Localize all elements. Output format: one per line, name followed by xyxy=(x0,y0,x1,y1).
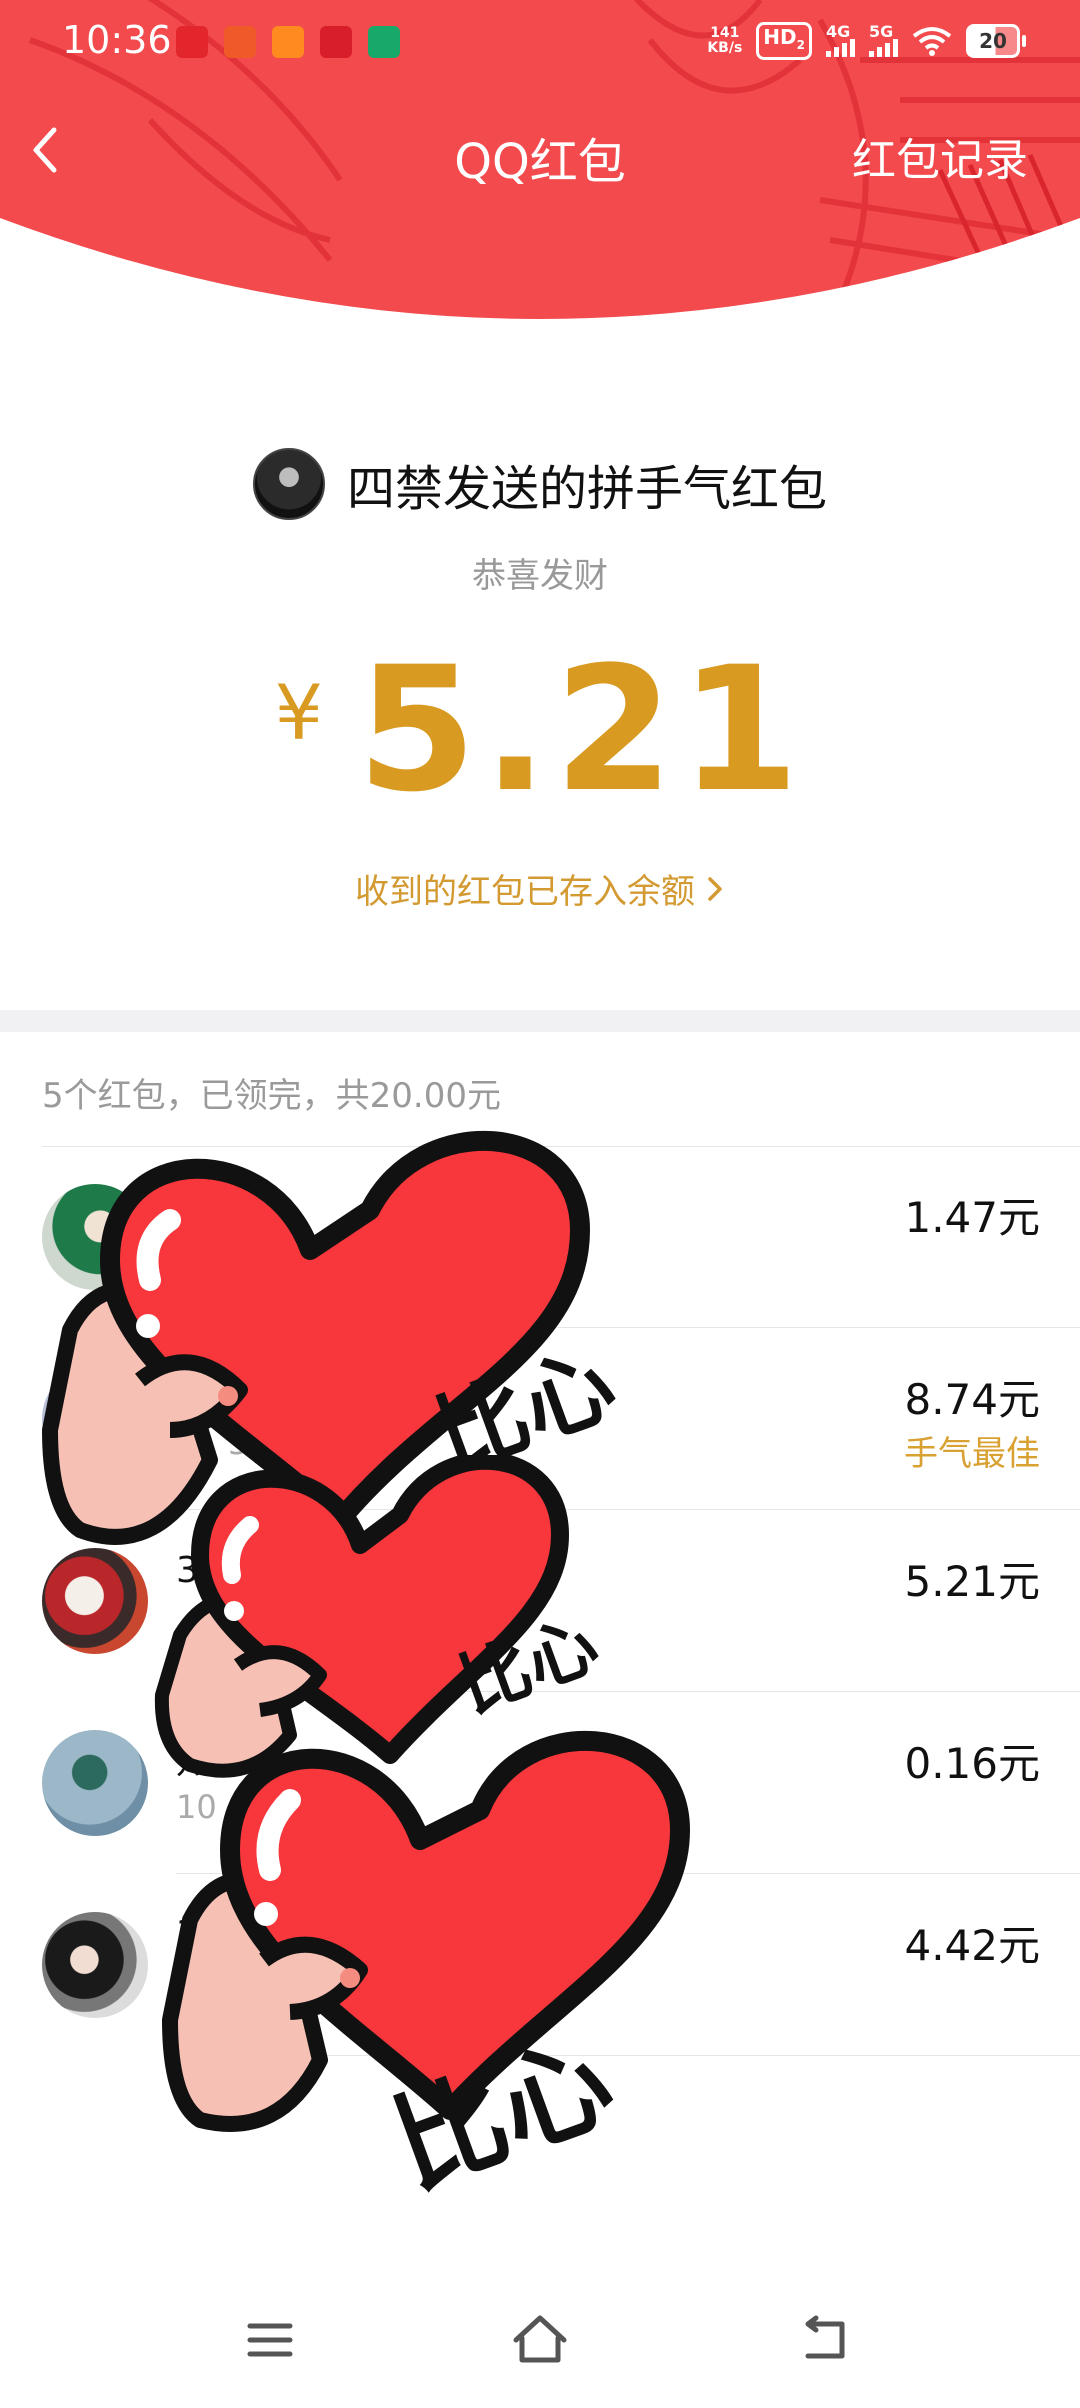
receive-amount: 4.42元 xyxy=(904,1921,1040,1970)
system-navigation-bar xyxy=(0,2300,1080,2380)
app-notification-icon xyxy=(176,26,208,58)
wish-text: 恭喜发财 xyxy=(472,556,608,596)
amount-value: 5.21 xyxy=(356,629,806,830)
app-notification-icon xyxy=(320,26,352,58)
sender-title: 四禁发送的拼手气红包 xyxy=(346,461,827,517)
status-indicators: 141 KB/s HD2 4G 5G 20 xyxy=(707,22,1026,60)
receive-amount: 5.21元 xyxy=(904,1557,1040,1606)
hd-badge-icon: HD2 xyxy=(756,22,812,60)
android-icon xyxy=(368,26,400,58)
notification-icons xyxy=(176,26,400,58)
section-divider xyxy=(0,1010,1080,1032)
app-notification-icon xyxy=(272,26,304,58)
signal-5g-icon: 5G xyxy=(869,24,898,57)
heart-hand-sticker: 比心 xyxy=(162,1730,690,2212)
red-packet-records-link[interactable]: 红包记录 xyxy=(852,124,1028,188)
balance-link-label: 收到的红包已存入余额 xyxy=(355,872,695,912)
received-amount: ¥ 5.21 xyxy=(0,629,1080,830)
balance-link[interactable]: 收到的红包已存入余额 xyxy=(0,864,1080,913)
battery-icon: 20 xyxy=(966,24,1026,58)
currency-symbol: ¥ xyxy=(274,668,323,757)
app-notification-icon xyxy=(224,26,256,58)
nav-bar: QQ红包 红包记录 xyxy=(0,100,1080,200)
best-luck-badge: 手气最佳 xyxy=(904,1434,1040,1474)
chevron-right-icon xyxy=(705,872,725,912)
receive-amount: 8.74元 xyxy=(904,1375,1040,1424)
status-time: 10:36 xyxy=(62,18,172,62)
receive-amount: 0.16元 xyxy=(904,1739,1040,1788)
net-speed: 141 KB/s xyxy=(707,25,743,56)
receive-amount: 1.47元 xyxy=(904,1193,1040,1242)
avatar[interactable] xyxy=(42,1912,148,2018)
avatar[interactable] xyxy=(42,1730,148,1836)
list-summary: 5个红包，已领完，共20.00元 xyxy=(42,1076,501,1116)
sender-avatar[interactable] xyxy=(252,448,325,520)
wifi-icon xyxy=(912,27,952,56)
header: 10:36 141 KB/s HD2 4G 5G 20 QQ红包 红包记录 xyxy=(0,0,1080,320)
home-icon[interactable] xyxy=(510,2310,570,2370)
back-icon[interactable] xyxy=(796,2310,856,2370)
signal-4g-icon: 4G xyxy=(826,24,855,57)
sender-row: 四禁发送的拼手气红包 xyxy=(0,448,1080,520)
menu-icon[interactable] xyxy=(240,2310,300,2370)
status-bar: 10:36 141 KB/s HD2 4G 5G 20 xyxy=(0,0,1080,84)
